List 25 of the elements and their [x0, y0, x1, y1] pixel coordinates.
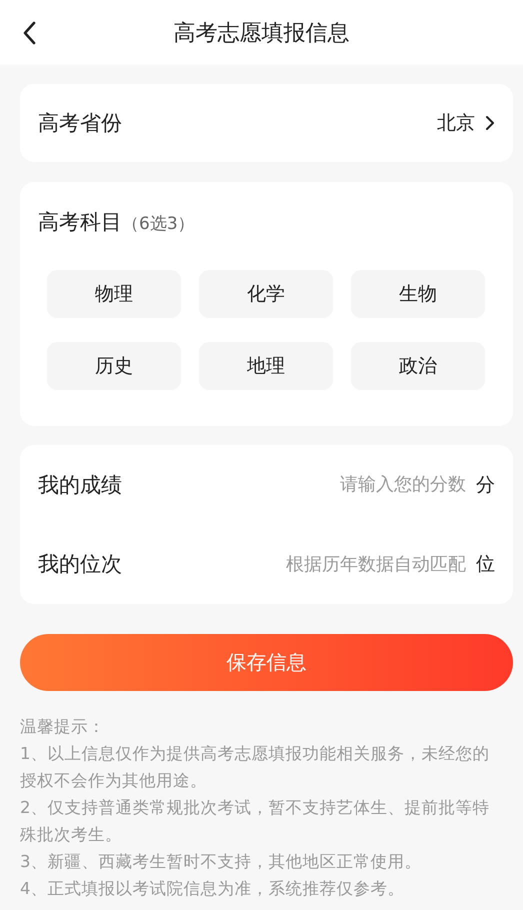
province-card[interactable]: 高考省份 北京	[20, 84, 513, 162]
subject-chip[interactable]: 物理	[47, 270, 181, 318]
unit-label: 位	[476, 552, 495, 578]
subjects-title: 高考科目	[38, 209, 122, 236]
field-label: 我的成绩	[38, 472, 122, 499]
province-label: 高考省份	[38, 110, 122, 137]
subject-chip[interactable]: 生物	[351, 270, 485, 318]
subject-chip[interactable]: 历史	[47, 342, 181, 390]
tip-text: 3、新疆、西藏考生暂时不支持，其他地区正常使用。	[20, 851, 422, 873]
tip-text: 2、仅支持普通类常规批次考试，暂不支持艺体生、提前批等特殊批次考生。	[20, 797, 490, 846]
input-field[interactable]: 根据历年数据自动匹配	[226, 554, 466, 575]
page-title: 高考志愿填报信息	[174, 20, 350, 48]
chevron-right-icon	[485, 115, 495, 131]
subject-chip[interactable]: 地理	[199, 342, 333, 390]
input-field[interactable]: 请输入您的分数	[226, 474, 466, 496]
field-label: 我的位次	[38, 551, 122, 578]
province-value: 北京	[437, 111, 475, 136]
tip-text: 1、以上信息仅作为提供高考志愿填报功能相关服务，未经您的授权不会作为其他用途。	[20, 743, 490, 792]
subjects-hint: （6选3）	[122, 213, 195, 235]
subject-chip[interactable]: 化学	[199, 270, 333, 318]
tips-title: 温馨提示：	[20, 716, 106, 738]
subject-chip[interactable]: 政治	[351, 342, 485, 390]
tip-text: 4、正式填报以考试院信息为准，系统推荐仅参考。	[20, 878, 406, 900]
back-icon[interactable]	[22, 21, 36, 45]
unit-label: 分	[476, 472, 495, 498]
